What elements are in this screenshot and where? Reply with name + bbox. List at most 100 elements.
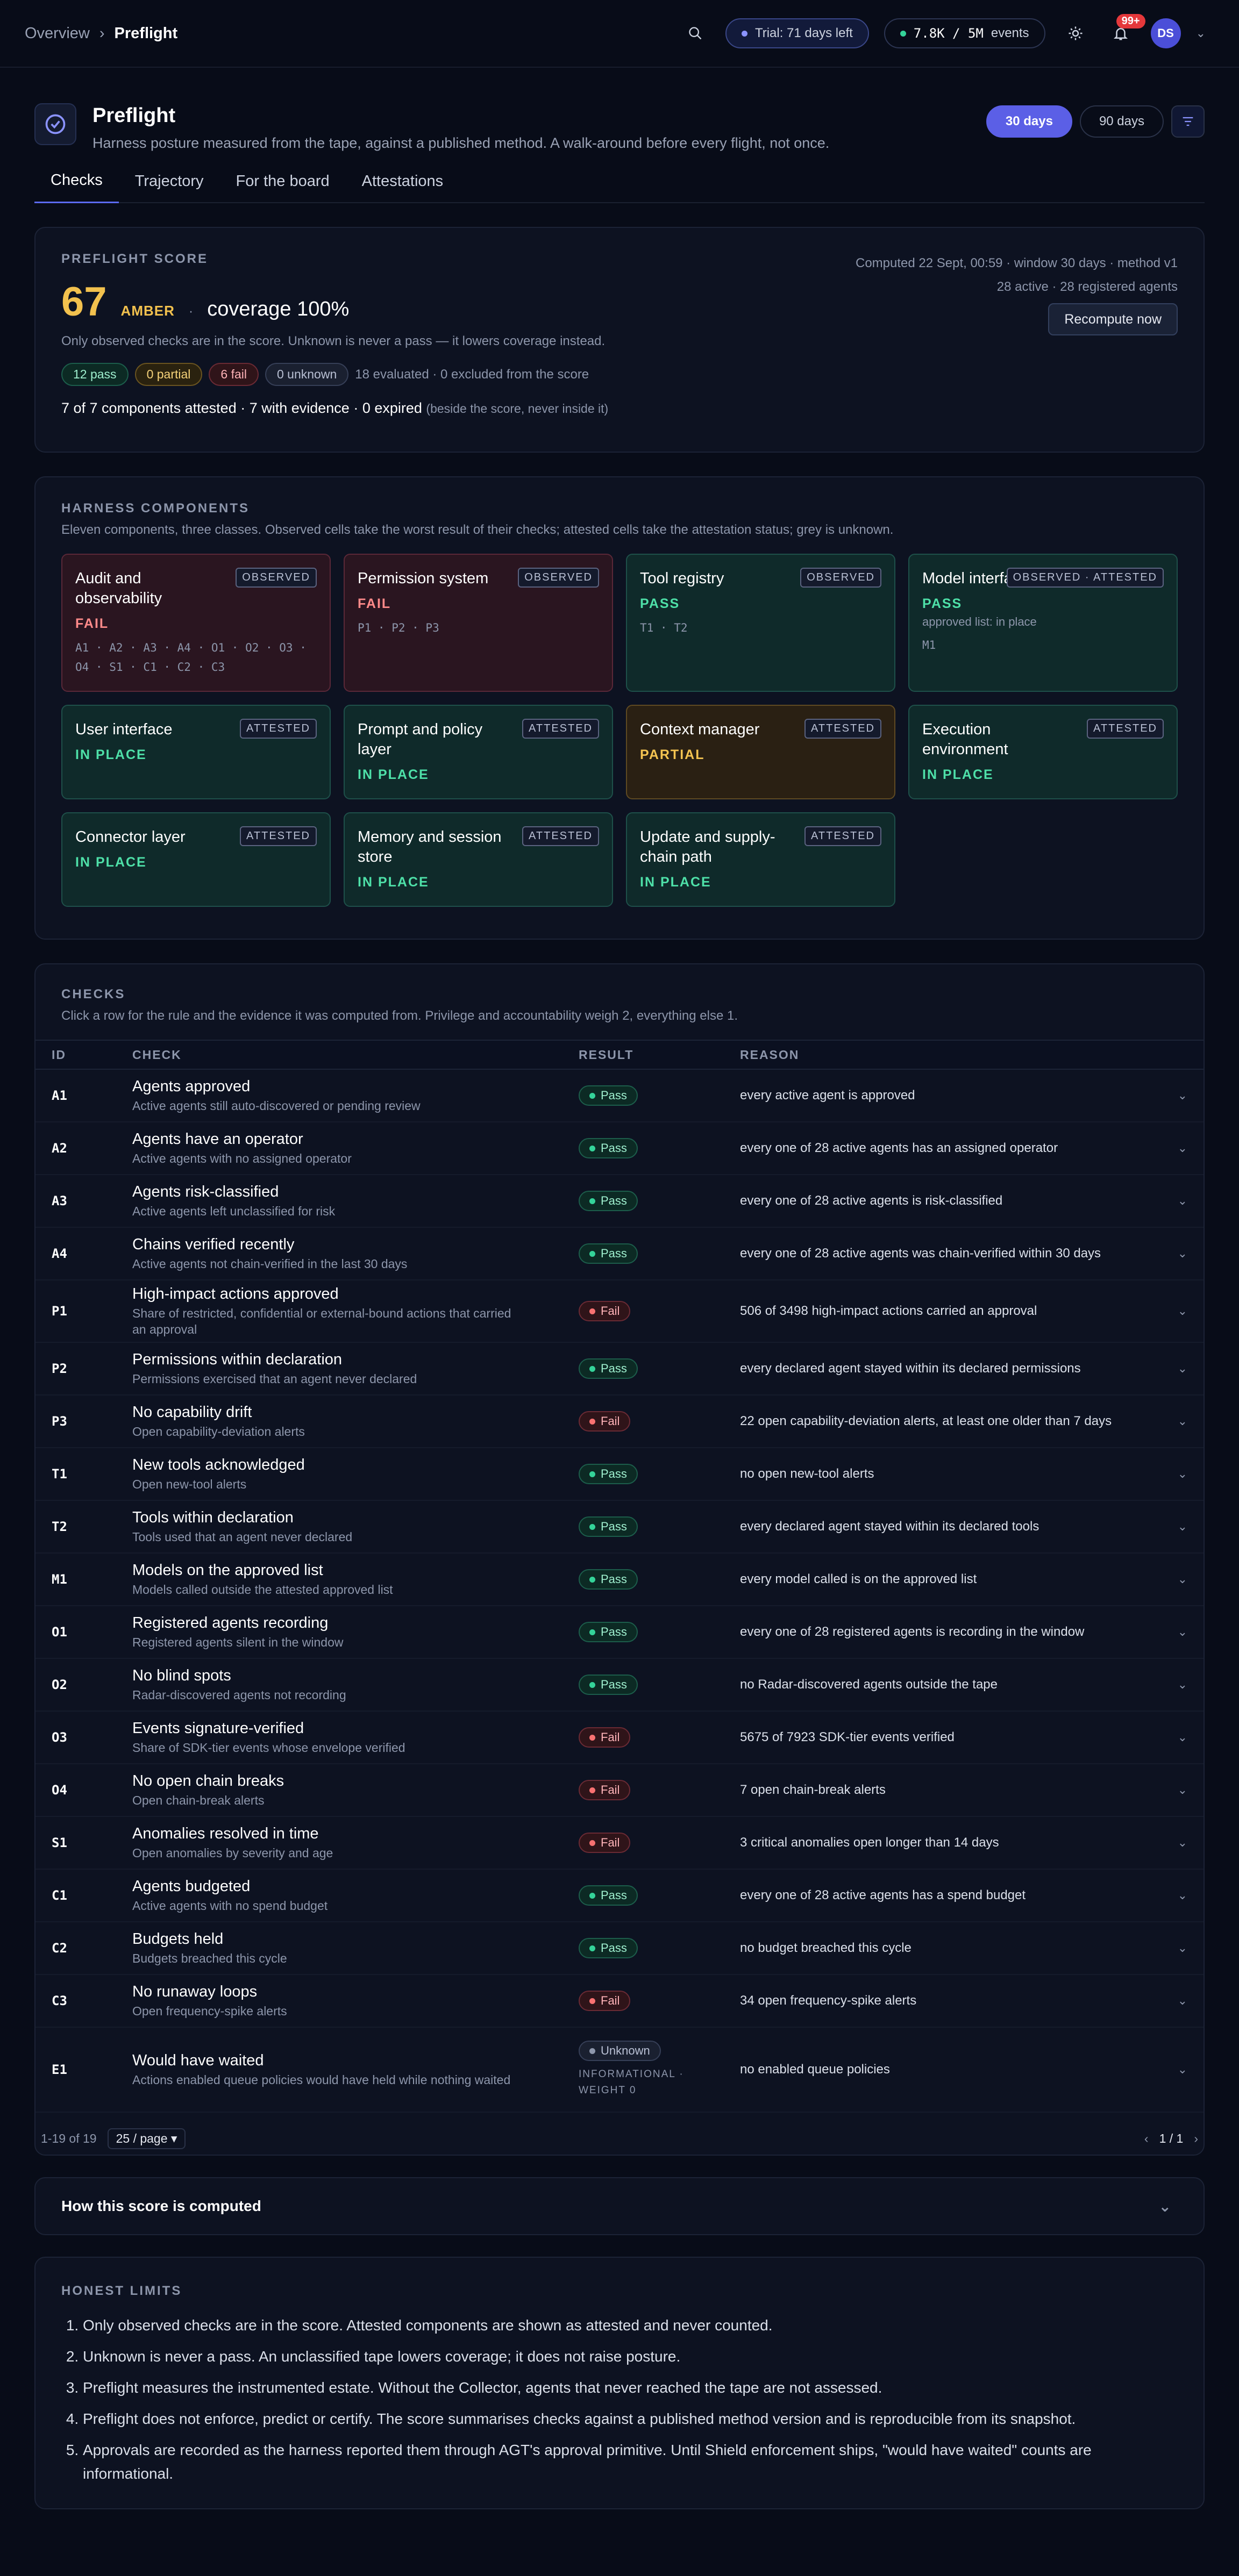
component-cell[interactable]: Memory and session store ATTESTED IN PLACE <box>344 812 613 907</box>
check-title: No open chain breaks <box>132 1772 284 1790</box>
range-90-days-button[interactable]: 90 days <box>1079 105 1164 138</box>
check-id: M1 <box>52 1572 67 1587</box>
component-extra: approved list: in place <box>922 615 1037 628</box>
table-row[interactable]: O3 Events signature-verified Share of SDK-… <box>35 1712 1204 1764</box>
chevron-down-icon[interactable]: ⌄ <box>1155 1836 1187 1850</box>
notifications-bell-icon[interactable]: 99+ <box>1106 14 1145 48</box>
trial-pill[interactable]: Trial: 71 days left <box>725 18 869 48</box>
component-cell[interactable]: Context manager ATTESTED PARTIAL <box>626 705 895 799</box>
component-cell[interactable]: Connector layer ATTESTED IN PLACE <box>61 812 331 907</box>
result-text: Pass <box>601 1089 627 1102</box>
chevron-down-icon[interactable]: ⌄ <box>1196 26 1206 40</box>
filter-icon[interactable] <box>1171 105 1205 138</box>
chevron-down-icon[interactable]: ⌄ <box>1155 1089 1187 1103</box>
chevron-down-icon[interactable]: ⌄ <box>1155 1783 1187 1797</box>
table-row[interactable]: A2 Agents have an operator Active agents w… <box>35 1122 1204 1175</box>
result-text: Fail <box>601 1730 620 1744</box>
check-id: A2 <box>52 1141 67 1156</box>
limit-item: Only observed checks are in the score. A… <box>83 2314 1178 2337</box>
chevron-down-icon[interactable]: ⌄ <box>1155 1941 1187 1955</box>
check-reason: no enabled queue policies <box>740 2062 890 2077</box>
table-row[interactable]: E1 Would have waited Actions enabled queue… <box>35 2028 1204 2113</box>
chevron-down-icon[interactable]: ⌄ <box>1155 1414 1187 1428</box>
check-id: T2 <box>52 1519 67 1534</box>
search-icon[interactable] <box>680 18 710 48</box>
table-row[interactable]: M1 Models on the approved list Models call… <box>35 1554 1204 1606</box>
check-id: P2 <box>52 1361 67 1376</box>
table-row[interactable]: P1 High-impact actions approved Share of r… <box>35 1280 1204 1343</box>
chevron-down-icon[interactable]: ⌄ <box>1155 1304 1187 1318</box>
components-grid: Audit and observability OBSERVED FAIL A1 · … <box>61 554 1178 907</box>
table-row[interactable]: S1 Anomalies resolved in time Open anomali… <box>35 1817 1204 1870</box>
component-cell[interactable]: Tool registry OBSERVED PASS T1 · T2 <box>626 554 895 692</box>
table-row[interactable]: C2 Budgets held Budgets breached this cycl… <box>35 1922 1204 1975</box>
check-title: No blind spots <box>132 1666 231 1684</box>
tab-attestations[interactable]: Attestations <box>346 159 460 203</box>
chevron-down-icon[interactable]: ⌄ <box>1155 1625 1187 1639</box>
chevron-down-icon[interactable]: ⌄ <box>1155 1572 1187 1586</box>
component-cell[interactable]: Execution environment ATTESTED IN PLACE <box>908 705 1178 799</box>
range-30-days-button[interactable]: 30 days <box>986 105 1072 138</box>
table-row[interactable]: A4 Chains verified recently Active agents … <box>35 1228 1204 1280</box>
chevron-down-icon[interactable]: ⌄ <box>1155 1141 1187 1155</box>
table-row[interactable]: O2 No blind spots Radar-discovered agents … <box>35 1659 1204 1712</box>
score-band: AMBER <box>120 303 175 319</box>
tab-trajectory[interactable]: Trajectory <box>119 159 220 203</box>
table-row[interactable]: T1 New tools acknowledged Open new-tool al… <box>35 1448 1204 1501</box>
attestation-summary: 7 of 7 components attested · 7 with evid… <box>61 400 422 416</box>
result-text: Pass <box>601 1888 627 1902</box>
table-row[interactable]: O4 No open chain breaks Open chain-break a… <box>35 1764 1204 1817</box>
component-cell[interactable]: Model interface OBSERVED · ATTESTED PASS ap… <box>908 554 1178 692</box>
check-title: Registered agents recording <box>132 1614 329 1632</box>
component-cell[interactable]: Update and supply-chain path ATTESTED IN P… <box>626 812 895 907</box>
unknown-count-chip: 0 unknown <box>265 363 349 386</box>
avatar[interactable]: DS <box>1150 18 1181 48</box>
table-row[interactable]: P3 No capability drift Open capability-dev… <box>35 1396 1204 1448</box>
chevron-down-icon[interactable]: ⌄ <box>1155 1888 1187 1902</box>
chevron-down-icon[interactable]: ⌄ <box>1155 1520 1187 1534</box>
chevron-down-icon[interactable]: ⌄ <box>1155 2063 1187 2077</box>
prev-page-icon[interactable]: ‹ <box>1144 2131 1149 2146</box>
chevron-down-icon[interactable]: ⌄ <box>1155 1194 1187 1208</box>
component-cell[interactable]: Permission system OBSERVED FAIL P1 · P2 · P… <box>344 554 613 692</box>
page-indicator: 1 / 1 <box>1159 2131 1184 2145</box>
table-row[interactable]: T2 Tools within declaration Tools used tha… <box>35 1501 1204 1554</box>
component-cell[interactable]: Audit and observability OBSERVED FAIL A1 · … <box>61 554 331 692</box>
chevron-down-icon[interactable]: ⌄ <box>1155 1678 1187 1692</box>
tab-checks[interactable]: Checks <box>34 159 119 203</box>
component-cell[interactable]: Prompt and policy layer ATTESTED IN PLACE <box>344 705 613 799</box>
check-subtitle: Share of SDK-tier events whose envelope … <box>132 1740 405 1755</box>
chevron-down-icon[interactable]: ⌄ <box>1155 1730 1187 1744</box>
next-page-icon[interactable]: › <box>1194 2131 1198 2146</box>
table-row[interactable]: A1 Agents approved Active agents still aut… <box>35 1070 1204 1122</box>
check-subtitle: Open capability-deviation alerts <box>132 1424 305 1439</box>
result-text: Fail <box>601 1836 620 1849</box>
chevron-down-icon[interactable]: ⌄ <box>1155 1994 1187 2008</box>
chevron-down-icon[interactable]: ⌄ <box>1155 1247 1187 1261</box>
chevron-down-icon[interactable]: ⌄ <box>1155 1362 1187 1376</box>
table-row[interactable]: C1 Agents budgeted Active agents with no s… <box>35 1870 1204 1922</box>
check-reason: every model called is on the approved li… <box>740 1572 977 1586</box>
chevron-down-icon[interactable]: ⌄ <box>1155 1467 1187 1481</box>
events-pill[interactable]: 7.8K / 5M events <box>884 18 1045 48</box>
tab-bar: Checks Trajectory For the board Attestat… <box>34 159 1205 203</box>
check-subtitle: Open chain-break alerts <box>132 1793 265 1807</box>
pagination: 1-19 of 19 25 / page ▾ ‹ 1 / 1 › <box>35 2113 1204 2155</box>
component-cell[interactable]: User interface ATTESTED IN PLACE <box>61 705 331 799</box>
attestation-note: (beside the score, never inside it) <box>426 402 609 416</box>
result-text: Pass <box>601 1941 627 1955</box>
theme-toggle-icon[interactable] <box>1060 18 1091 48</box>
table-row[interactable]: O1 Registered agents recording Registered … <box>35 1606 1204 1659</box>
per-page-select[interactable]: 25 / page ▾ <box>107 2128 186 2149</box>
component-tag: OBSERVED <box>800 568 881 588</box>
recompute-button[interactable]: Recompute now <box>1048 303 1178 335</box>
how-computed-accordion[interactable]: How this score is computed ⌄ <box>34 2177 1205 2235</box>
table-row[interactable]: A3 Agents risk-classified Active agents le… <box>35 1175 1204 1228</box>
table-row[interactable]: C3 No runaway loops Open frequency-spike a… <box>35 1975 1204 2028</box>
top-bar: Overview › Preflight Trial: 71 days left… <box>0 0 1239 68</box>
component-status: FAIL <box>75 616 109 631</box>
breadcrumb-overview[interactable]: Overview <box>25 25 90 42</box>
check-title: Anomalies resolved in time <box>132 1824 319 1842</box>
table-row[interactable]: P2 Permissions within declaration Permissi… <box>35 1343 1204 1396</box>
tab-for-the-board[interactable]: For the board <box>220 159 346 203</box>
